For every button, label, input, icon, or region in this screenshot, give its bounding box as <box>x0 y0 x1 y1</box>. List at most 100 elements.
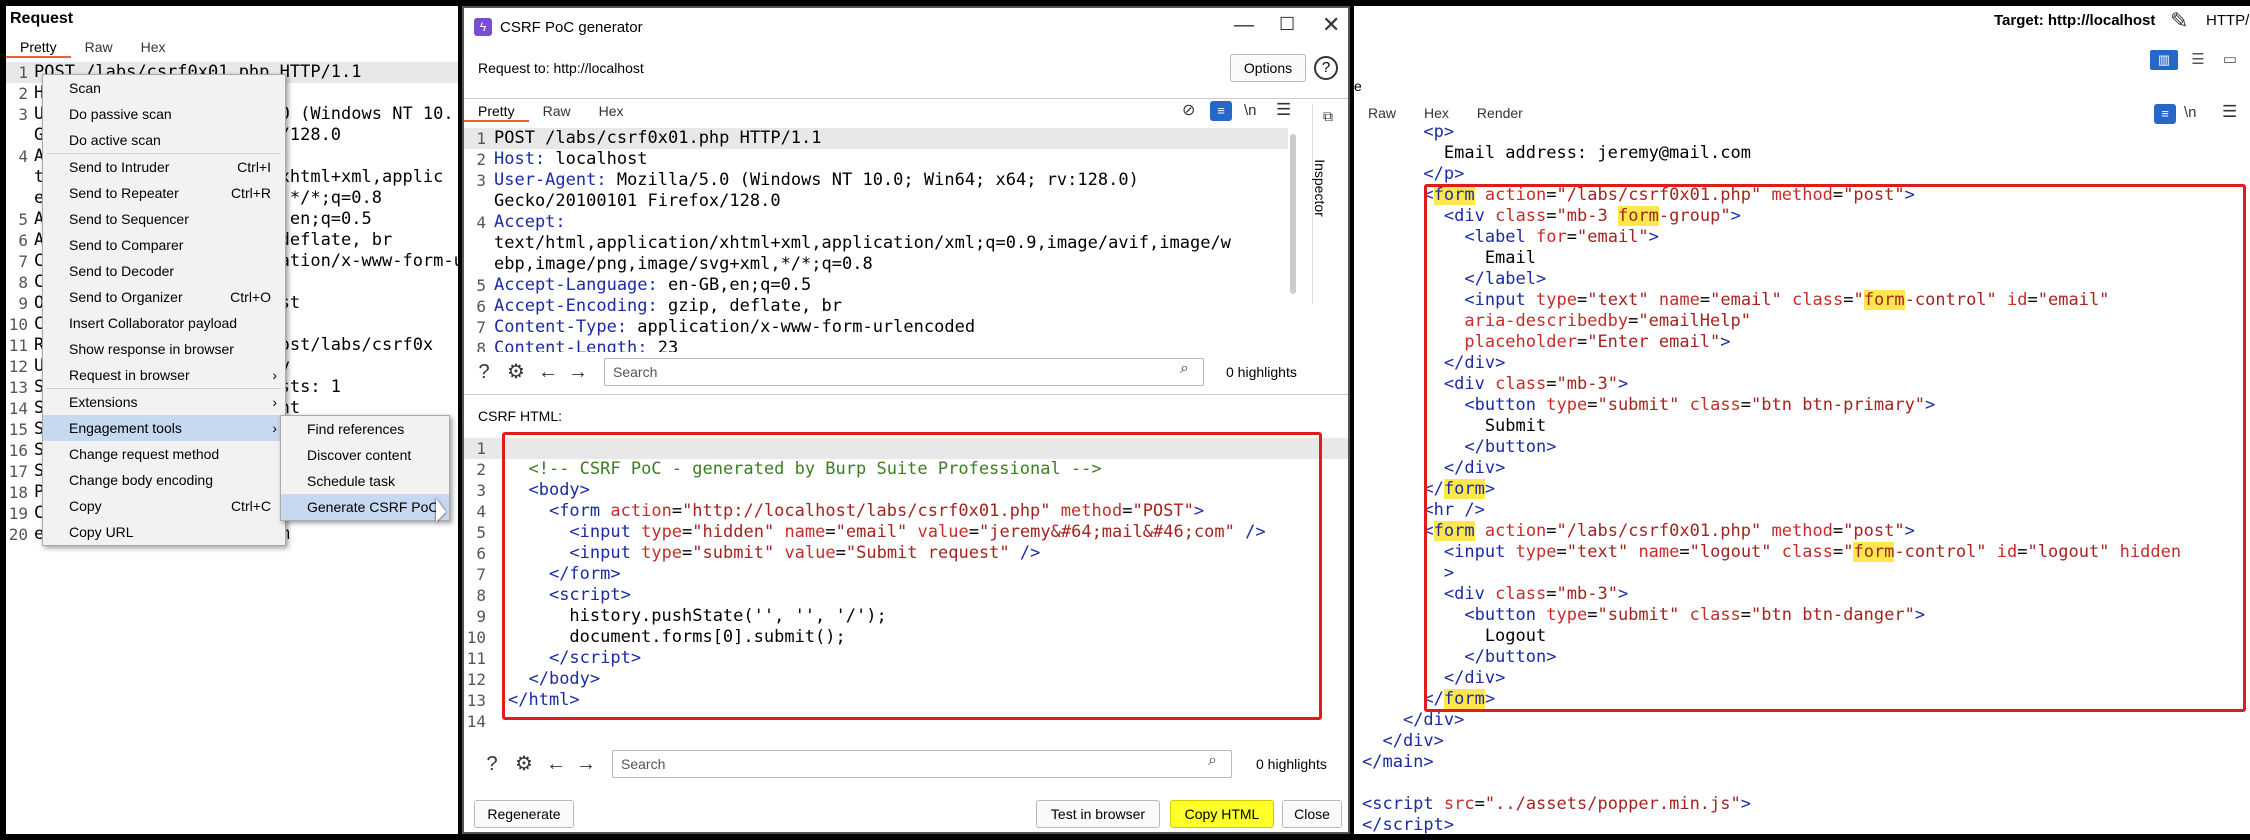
code-text: text/html,application/xhtml+xml,applicat… <box>494 233 1231 254</box>
line-number: 10 <box>8 315 28 334</box>
newline-toggle-icon[interactable]: \n <box>2184 104 2197 121</box>
line-number: 1 <box>476 439 486 458</box>
tab-raw[interactable]: Raw <box>529 100 585 122</box>
menu-item[interactable]: Do passive scan <box>43 101 285 127</box>
tab-pretty[interactable]: Pretty <box>464 100 529 122</box>
pencil-icon[interactable]: ✎ <box>2170 8 2188 34</box>
menu-icon[interactable]: ☰ <box>2222 102 2237 122</box>
line-number: 9 <box>18 294 28 313</box>
layout-split-icon[interactable]: ▥ <box>2150 50 2178 70</box>
search-input[interactable]: Search <box>612 750 1232 778</box>
test-in-browser-button[interactable]: Test in browser <box>1036 800 1160 828</box>
menu-item[interactable]: Send to Intruder Ctrl+I <box>43 154 285 180</box>
search-icon[interactable]: ⌕ <box>1208 752 1217 770</box>
inspector-tab[interactable]: ⧉ Inspector <box>1312 104 1348 304</box>
menu-item[interactable]: Show response in browser <box>43 336 285 362</box>
scrollbar[interactable] <box>1290 134 1296 294</box>
help-icon[interactable]: ? <box>1314 56 1338 80</box>
burp-icon: ϟ <box>474 18 492 36</box>
menu-item[interactable]: Engagement tools › <box>43 415 285 441</box>
tab-pretty[interactable]: Pretty <box>6 36 71 58</box>
forward-arrow-icon[interactable]: → <box>572 750 600 778</box>
tab-raw[interactable]: Raw <box>71 36 127 58</box>
tab-render[interactable]: Render <box>1463 102 1537 124</box>
menu-item[interactable]: Scan <box>43 75 285 101</box>
settings-icon[interactable]: ⚙ <box>502 358 530 386</box>
submenu-item[interactable]: Schedule task <box>281 468 449 494</box>
code-text: User-Agent: Mozilla/5.0 (Windows NT 10.0… <box>494 170 1139 191</box>
menu-item[interactable]: Change body encoding <box>43 467 285 493</box>
divider <box>464 394 1348 395</box>
submenu-item[interactable]: Discover content <box>281 442 449 468</box>
code-line: <input type="text" name="email" class="f… <box>1362 290 2250 311</box>
code-line: 9 history.pushState('', '', '/'); <box>464 606 1348 627</box>
help-icon[interactable]: ? <box>470 358 498 386</box>
forward-arrow-icon[interactable]: → <box>564 358 592 386</box>
header-name: Accept-Language: <box>494 275 658 295</box>
tab-hex[interactable]: Hex <box>127 36 180 58</box>
tab-raw[interactable]: Raw <box>1354 102 1410 124</box>
code-text: </div> <box>1443 668 1506 688</box>
copy-html-button[interactable]: Copy HTML <box>1170 800 1274 828</box>
search-input[interactable]: Search <box>604 358 1204 386</box>
response-editor[interactable]: <p> Email address: jeremy@mail.com </p> … <box>1362 122 2250 834</box>
maximize-button[interactable]: ☐ <box>1279 14 1295 35</box>
menu-item[interactable]: Copy Ctrl+C <box>43 493 285 519</box>
menu-icon[interactable]: ☰ <box>1276 100 1291 120</box>
help-icon[interactable]: ? <box>478 750 506 778</box>
menu-item-shortcut: Ctrl+C <box>230 498 271 514</box>
code-line: <div class="mb-3 form-group"> <box>1362 206 2250 227</box>
line-number: 8 <box>476 339 486 352</box>
csrf-html-editor[interactable]: 12 <!-- CSRF PoC - generated by Burp Sui… <box>464 438 1348 738</box>
line-number: 4 <box>476 213 486 232</box>
layout-single-icon[interactable]: ▭ <box>2216 50 2244 70</box>
menu-item[interactable]: Send to Decoder <box>43 258 285 284</box>
submenu-item-label: Schedule task <box>307 473 395 489</box>
minimize-button[interactable]: — <box>1234 14 1254 37</box>
layout-rows-icon[interactable]: ☰ <box>2184 50 2212 70</box>
code-line: 11 </script> <box>464 648 1348 669</box>
code-text: document.forms[0].submit(); <box>508 627 846 647</box>
close-window-button[interactable]: ✕ <box>1322 12 1340 38</box>
code-line: Email address: jeremy@mail.com <box>1362 143 2250 164</box>
menu-item[interactable]: Send to Organizer Ctrl+O <box>43 284 285 310</box>
request-editor[interactable]: 1 POST /labs/csrf0x01.php HTTP/1.1 2 Host: … <box>464 128 1310 352</box>
submenu-item[interactable]: Find references <box>281 416 449 442</box>
line-number: 3 <box>476 171 486 190</box>
csrf-html-label: CSRF HTML: <box>478 408 562 424</box>
menu-item[interactable]: Send to Comparer <box>43 232 285 258</box>
code-line: aria-describedby="emailHelp" <box>1362 311 2250 332</box>
line-number: 12 <box>8 357 28 376</box>
pretty-print-icon[interactable]: ≡ <box>1210 101 1232 121</box>
pretty-print-icon[interactable]: ≡ <box>2154 104 2176 124</box>
menu-item[interactable]: Do active scan <box>43 127 285 153</box>
submenu-item[interactable]: Generate CSRF PoC <box>281 494 449 520</box>
menu-item[interactable]: Extensions › <box>43 389 285 415</box>
line-number: 8 <box>476 586 486 605</box>
settings-icon[interactable]: ⚙ <box>510 750 538 778</box>
close-button[interactable]: Close <box>1282 800 1342 828</box>
line-number: 15 <box>8 420 28 439</box>
hide-nonprintable-icon[interactable]: ⊘ <box>1182 100 1195 120</box>
code-text: <hr /> <box>1423 500 1485 520</box>
back-arrow-icon[interactable]: ← <box>534 358 562 386</box>
options-button[interactable]: Options <box>1230 54 1306 82</box>
menu-item[interactable]: Send to Repeater Ctrl+R <box>43 180 285 206</box>
code-line: <button type="submit" class="btn btn-pri… <box>1362 395 2250 416</box>
back-arrow-icon[interactable]: ← <box>542 750 570 778</box>
newline-toggle-icon[interactable]: \n <box>1244 102 1257 119</box>
menu-item[interactable]: Send to Sequencer <box>43 206 285 232</box>
divider <box>464 98 1348 99</box>
search-icon[interactable]: ⌕ <box>1180 360 1189 378</box>
tab-hex[interactable]: Hex <box>585 100 638 122</box>
menu-item[interactable]: Change request method <box>43 441 285 467</box>
menu-item[interactable]: Copy URL <box>43 519 285 545</box>
tab-hex[interactable]: Hex <box>1410 102 1463 124</box>
menu-item-label: Insert Collaborator payload <box>69 315 238 331</box>
menu-item[interactable]: Insert Collaborator payload <box>43 310 285 336</box>
regenerate-button[interactable]: Regenerate <box>474 800 574 828</box>
code-line: Submit <box>1362 416 2250 437</box>
line-number: 5 <box>476 523 486 542</box>
menu-item[interactable]: Request in browser › <box>43 362 285 388</box>
line-number: 12 <box>466 670 486 689</box>
